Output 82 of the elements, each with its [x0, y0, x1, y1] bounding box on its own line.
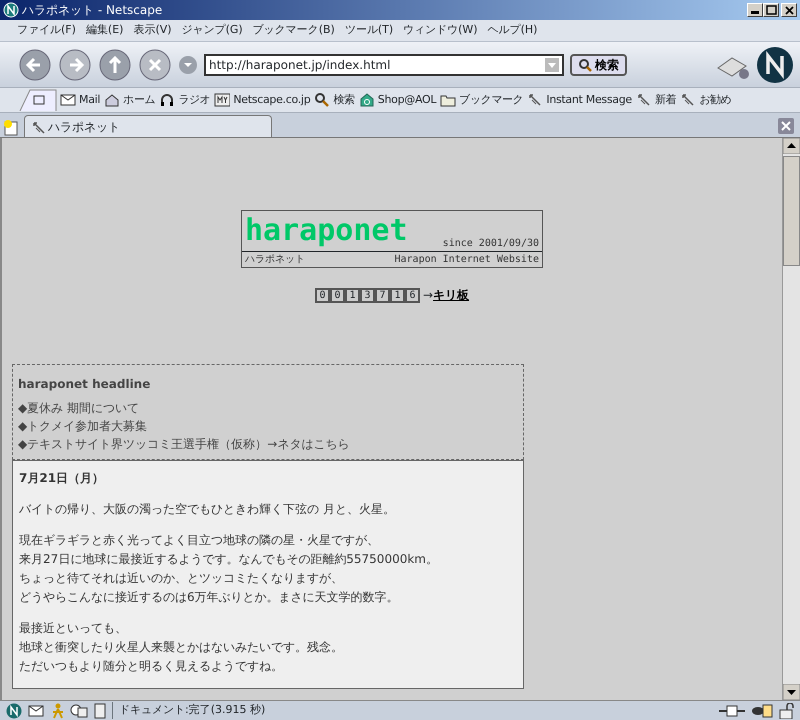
search-button[interactable]: 検索 [570, 54, 627, 76]
toolbar-link[interactable]: Instant Message [525, 92, 634, 108]
minimize-button[interactable] [747, 3, 763, 17]
padlock-icon[interactable] [779, 702, 797, 718]
headline-text: 夏休み 期間について [27, 400, 140, 417]
diary-line: 現在ギラギラと赤く光ってよく目立つ地球の隣の星・火星ですが、 [19, 532, 380, 549]
menu-item[interactable]: 表示(V) [128, 22, 177, 39]
toolbar-link[interactable]: Netscape.co.jp [212, 92, 312, 108]
address-book-icon[interactable] [94, 702, 106, 718]
eye-icon[interactable] [751, 704, 773, 718]
envelope-icon [60, 92, 76, 108]
diary-line: どうやらこんなに接近するのは6万年ぶりとか。まさに天文学的数字。 [19, 589, 400, 606]
house-icon [104, 92, 120, 108]
netscape-logo-icon[interactable] [756, 46, 794, 84]
magnifier-icon [578, 58, 592, 72]
bullet-link[interactable]: ◆ [18, 435, 28, 453]
diary-line: ちょっと待てそれは近いのか、とツッコミたくなりますが、 [19, 570, 344, 587]
bullet-link[interactable]: ◆ [18, 417, 28, 435]
arrow-text: → [422, 287, 434, 304]
menu-item[interactable]: ファイル(F) [12, 22, 81, 39]
headline-title: haraponet headline [18, 376, 152, 393]
counter-digit: 1 [344, 288, 360, 302]
minimize-icon [751, 11, 759, 14]
menu-item[interactable]: ツール(T) [340, 22, 398, 39]
compose-icon[interactable] [70, 702, 88, 718]
counter-digit: 7 [374, 288, 390, 302]
diary-line: 来月27日に地球に最接近するようです。なんでもその距離約55750000km。 [19, 551, 439, 568]
maximize-button[interactable] [763, 3, 779, 17]
url-field[interactable]: http://haraponet.jp/index.html [204, 54, 564, 76]
headline-link[interactable]: こちら [313, 435, 350, 453]
counter-digit: 0 [314, 288, 330, 302]
diary-line: 最接近といっても、 [19, 620, 128, 637]
close-button[interactable] [781, 3, 797, 17]
envelope-icon[interactable] [28, 702, 44, 718]
toolbar-link[interactable]: ホーム [102, 92, 158, 108]
sidebar-toggle-icon[interactable] [18, 89, 58, 111]
scrollbar-thumb[interactable] [783, 156, 800, 266]
bullet-link[interactable]: ◆ [18, 399, 28, 417]
counter-digit: 1 [390, 288, 405, 302]
toolbar-link[interactable]: 新着 [634, 92, 678, 108]
headphones-icon [159, 92, 176, 108]
netscape-icon [3, 2, 19, 18]
toolbar-link[interactable]: ブックマーク [438, 92, 526, 108]
netscape-icon[interactable] [6, 702, 22, 718]
menu-item[interactable]: ウィンドウ(W) [398, 22, 483, 39]
diary-date: 7月21日（月） [19, 470, 106, 487]
forward-button[interactable] [58, 48, 92, 82]
stop-button[interactable] [138, 48, 172, 82]
house-icon [358, 92, 375, 108]
maximize-icon [764, 4, 778, 16]
diary-line: ただいつもより随分と明るく見えるようですね。 [19, 658, 284, 675]
menu-item[interactable]: 編集(E) [80, 22, 128, 39]
toolbar-link[interactable]: Shop@AOL [356, 92, 438, 108]
menu-item[interactable]: ヘルプ(H) [482, 22, 542, 39]
headline-text: トクメイ参加者大募集 [27, 418, 148, 435]
kiriban-link[interactable]: キリ板 [433, 286, 470, 304]
diary-line: 地球と衝突したり火星人来襲とかはないみたいです。残念。 [19, 639, 344, 656]
back-button[interactable] [18, 48, 52, 82]
menu-item[interactable]: ジャンプ(G) [176, 22, 248, 39]
reload-button[interactable] [98, 48, 132, 82]
menu-item[interactable]: ブックマーク(B) [248, 22, 340, 39]
diary-line: バイトの帰り、大阪の濁った空でもひときわ輝く下弦の 月と、火星。 [19, 501, 396, 518]
scroll-up-button[interactable] [783, 138, 800, 154]
status-text: ドキュメント:完了(3.915 秒) [112, 702, 266, 719]
toolbar-link[interactable]: 検索 [312, 92, 357, 108]
headline-text: テキストサイト界ツッコミ王選手権（仮称）→ネタは [27, 436, 314, 453]
dropdown-icon[interactable] [178, 54, 198, 74]
counter-digit: 3 [360, 288, 375, 302]
since-text: since 2001/09/30 [442, 237, 539, 251]
toolbar-link[interactable]: お勧め [678, 92, 734, 108]
magnifier-icon [314, 92, 330, 108]
counter-digit: 0 [330, 288, 345, 302]
window-title: ハラポネット - Netscape [22, 2, 162, 19]
logo-title: haraponet [245, 212, 408, 250]
logo-subtitle: Harapon Internet Website [394, 253, 539, 267]
scroll-down-button[interactable] [783, 684, 800, 700]
logo-kana: ハラポネット [245, 253, 305, 267]
toolbar-link[interactable]: Mail [58, 92, 102, 108]
browser-tab[interactable]: ハラポネット [24, 115, 272, 137]
counter-digit: 6 [404, 288, 420, 302]
toolbar-link[interactable]: ラジオ [157, 92, 212, 108]
connection-icon [719, 704, 745, 716]
